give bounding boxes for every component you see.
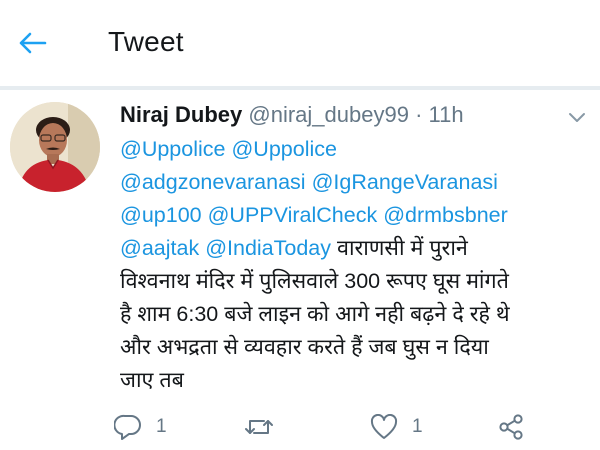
top-bar: Tweet (0, 0, 600, 86)
retweet-icon (245, 420, 273, 434)
tweet-text-line: @aajtak @IndiaToday वाराणसी में पुराने (120, 232, 590, 265)
avatar[interactable] (10, 102, 100, 192)
back-arrow-icon (19, 32, 47, 54)
reply-button[interactable]: 1 (114, 410, 167, 444)
mention-link[interactable]: @up100 (120, 203, 202, 227)
mention-link[interactable]: @adgzonevaranasi (120, 170, 306, 194)
tweet-text-line: और अभद्रता से व्यवहार करते हैं जब घुस न … (120, 331, 590, 364)
author-name[interactable]: Niraj Dubey (120, 102, 242, 127)
more-options-button[interactable] (566, 110, 588, 126)
mention-link[interactable]: @drmbsbner (383, 203, 508, 227)
tweet-text-line: @up100 @UPPViralCheck @drmbsbner (120, 199, 590, 232)
tweet-text-line: जाए तब (120, 364, 590, 397)
tweet-actions: 1 1 (0, 410, 600, 444)
tweet-text-line: @adgzonevaranasi @IgRangeVaranasi (120, 166, 590, 199)
tweet-timestamp[interactable]: 11h (429, 102, 464, 127)
tweet-text-line: विश्वनाथ मंदिर में पुलिसवाले 300 रूपए घू… (120, 265, 590, 298)
mention-link[interactable]: @aajtak (120, 236, 199, 260)
tweet-text: @Uppolice @Uppolice @adgzonevaranasi @IgR… (120, 133, 590, 397)
tweet-text-segment: वाराणसी में पुराने (331, 236, 468, 260)
mention-link[interactable]: @Uppolice (120, 137, 225, 161)
tweet-text-line: है शाम 6:30 बजे लाइन को आगे नही बढ़ने दे… (120, 298, 590, 331)
mention-link[interactable]: @IndiaToday (205, 236, 331, 260)
profile-photo (10, 102, 100, 192)
tweet-text-segment: और अभद्रता से व्यवहार करते हैं जब घुस न … (120, 335, 489, 359)
tweet: Niraj Dubey @niraj_dubey99 · 11h @Uppoli… (0, 90, 600, 450)
like-count: 1 (412, 416, 423, 437)
author-handle[interactable]: @niraj_dubey99 (248, 102, 409, 127)
reply-icon (114, 414, 141, 440)
retweet-button[interactable] (244, 410, 288, 444)
chevron-down-icon (569, 113, 585, 122)
tweet-author-line: Niraj Dubey @niraj_dubey99 · 11h (120, 98, 464, 132)
share-button[interactable] (497, 410, 539, 444)
back-button[interactable] (12, 26, 52, 60)
tweet-detail-screen: Tweet Niraj Dubey @niraj_dubey99 · 11h @… (0, 0, 600, 450)
tweet-text-segment: विश्वनाथ मंदिर में पुलिसवाले 300 रूपए घू… (120, 269, 509, 293)
page-title: Tweet (108, 26, 184, 57)
mention-link[interactable]: @IgRangeVaranasi (312, 170, 498, 194)
reply-count: 1 (156, 416, 167, 437)
like-button[interactable]: 1 (370, 410, 423, 444)
share-icon (499, 414, 523, 440)
tweet-text-segment: है शाम 6:30 बजे लाइन को आगे नही बढ़ने दे… (120, 302, 510, 326)
tweet-text-line: @Uppolice @Uppolice (120, 133, 590, 166)
tweet-text-segment: जाए तब (120, 368, 184, 392)
mention-link[interactable]: @UPPViralCheck (208, 203, 378, 227)
heart-icon (370, 414, 398, 439)
mention-link[interactable]: @Uppolice (231, 137, 336, 161)
separator-dot: · (415, 102, 423, 127)
